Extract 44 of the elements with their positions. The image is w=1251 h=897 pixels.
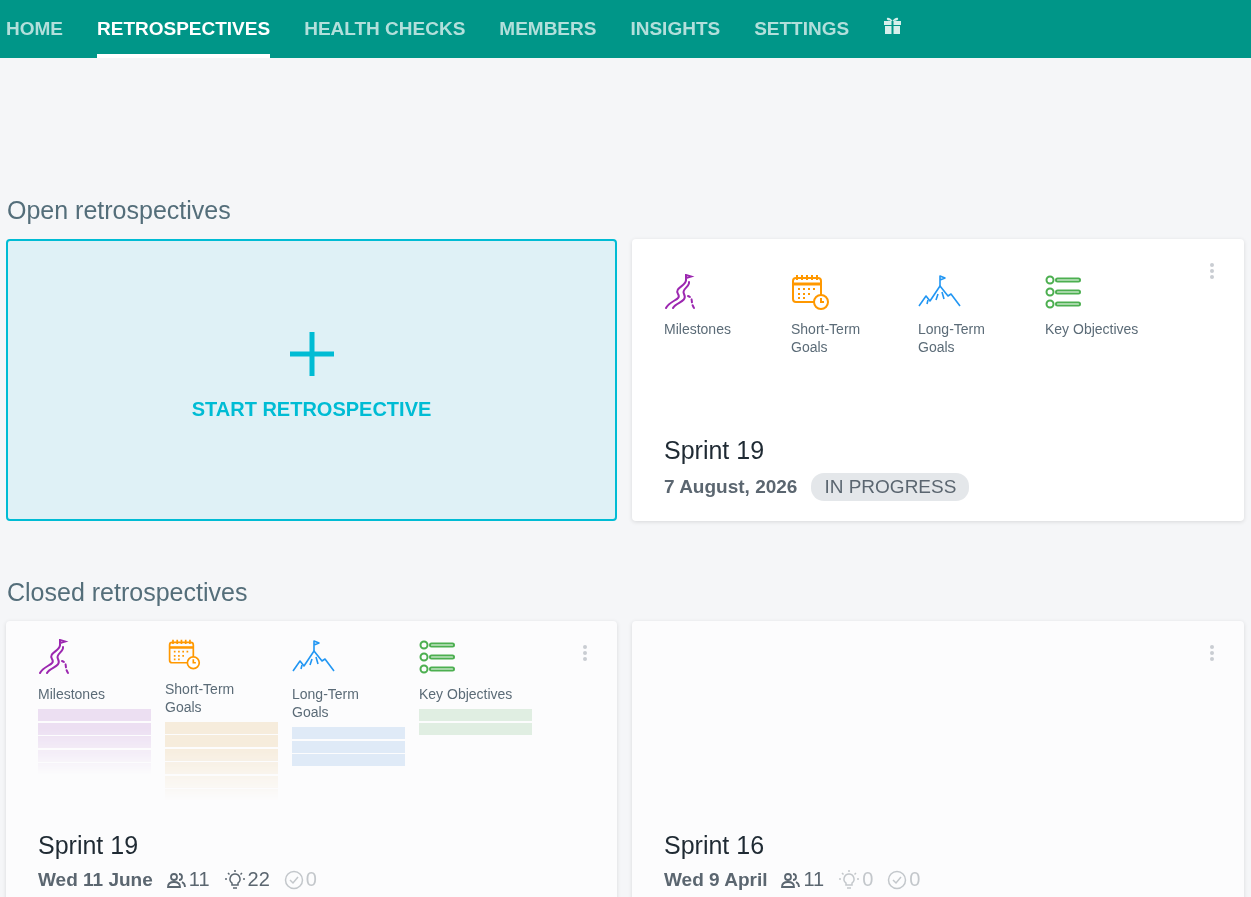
- more-options-icon[interactable]: [582, 644, 588, 662]
- check-circle-icon: [887, 869, 908, 890]
- more-options-icon[interactable]: [1209, 644, 1215, 662]
- column-label: Milestones: [38, 685, 106, 703]
- stat-count: 11: [803, 868, 825, 891]
- stat-count: 0: [305, 868, 317, 891]
- nav-tab[interactable]: INSIGHTS: [630, 0, 721, 58]
- nav-tab[interactable]: MEMBERS: [499, 0, 597, 58]
- retrospective-title: Sprint 19: [664, 436, 766, 465]
- retrospective-title: Sprint 16: [664, 831, 766, 860]
- retrospective-date: Wed 11 June: [38, 868, 153, 891]
- lightbulb-icon: [223, 869, 246, 890]
- nav-tab[interactable]: HOME: [6, 0, 63, 58]
- retrospective-date: Wed 9 April: [664, 868, 768, 891]
- stat-count: 22: [247, 868, 270, 891]
- column-label: Short-Term Goals: [165, 679, 236, 716]
- section-heading: Closed retrospectives: [7, 577, 249, 607]
- nav-tab[interactable]: RETROSPECTIVES: [97, 0, 271, 58]
- stat-count: 0: [862, 868, 874, 891]
- lightbulb-icon: [838, 869, 861, 890]
- people-icon: [781, 870, 802, 889]
- stat-count: 11: [188, 868, 210, 891]
- plus-icon: [289, 331, 334, 376]
- people-icon: [166, 870, 187, 889]
- gift-icon[interactable]: [883, 16, 903, 34]
- column-label: Key Objectives: [1045, 320, 1140, 338]
- section-heading: Open retrospectives: [7, 195, 232, 225]
- check-circle-icon: [283, 869, 304, 890]
- column-label: Short-Term Goals: [791, 320, 862, 356]
- stat-count: 0: [909, 868, 921, 891]
- column-label: Long-Term Goals: [918, 320, 986, 356]
- column-label: Key Objectives: [419, 685, 514, 703]
- more-options-icon[interactable]: [1209, 262, 1215, 280]
- calendar-clock-icon: [791, 274, 829, 310]
- retrospective-title: Sprint 19: [38, 831, 140, 860]
- checklist-icon: [419, 639, 457, 675]
- column-label: Long-Term Goals: [292, 685, 360, 721]
- column-label: Milestones: [664, 320, 732, 338]
- nav-tab[interactable]: HEALTH CHECKS: [304, 0, 466, 58]
- checklist-icon: [1045, 274, 1083, 310]
- status-badge: IN PROGRESS: [811, 473, 970, 501]
- nav-tab[interactable]: SETTINGS: [754, 0, 850, 58]
- retrospective-date: 7 August, 2026: [664, 476, 798, 498]
- start-retrospective-button[interactable]: START RETROSPECTIVE: [6, 239, 617, 521]
